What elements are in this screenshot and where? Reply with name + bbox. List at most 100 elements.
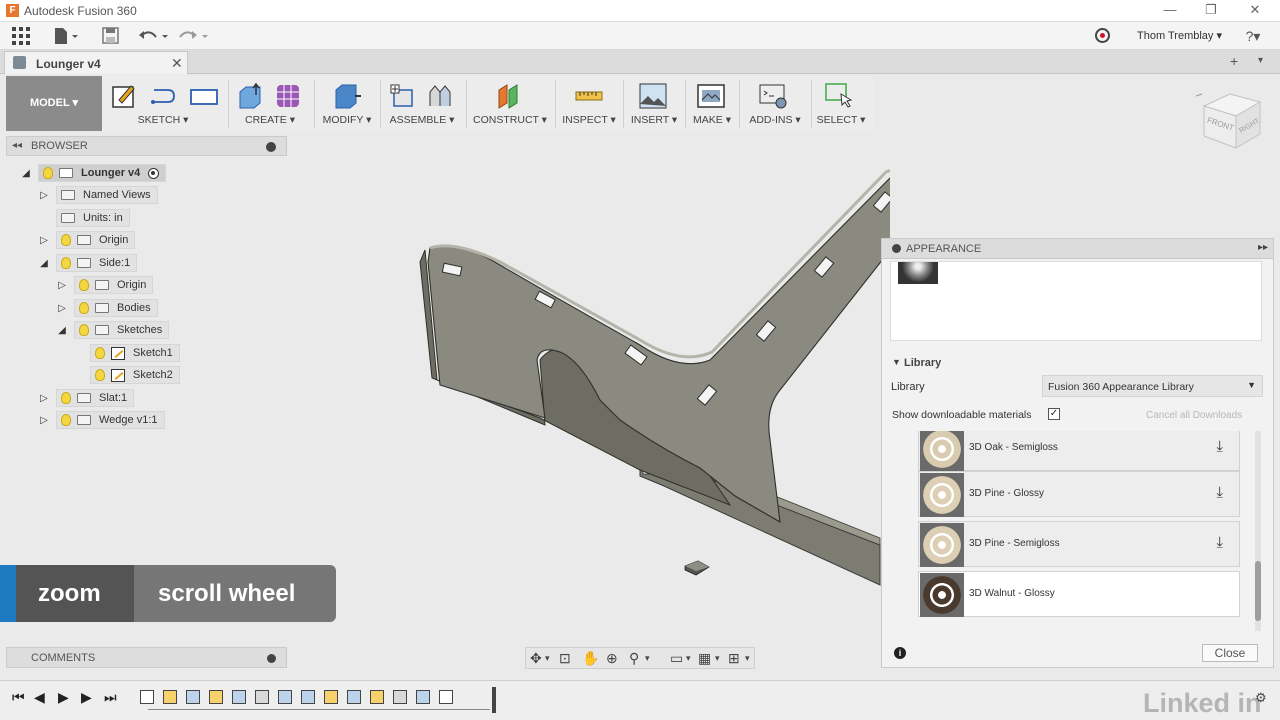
toolbar-group-construct[interactable]: CONSTRUCT ▾: [470, 76, 550, 131]
new-component-icon[interactable]: [388, 82, 416, 110]
minimize-button[interactable]: —: [1160, 2, 1180, 17]
timeline-marker[interactable]: [492, 687, 496, 713]
document-tab[interactable]: Lounger v4 ✕: [4, 51, 188, 74]
timeline-feature-icon[interactable]: [324, 690, 338, 704]
app-grid-icon[interactable]: [12, 27, 30, 45]
browser-node[interactable]: Sketch2: [90, 366, 180, 384]
materials-scrollbar[interactable]: [1255, 431, 1261, 631]
expand-toggle-icon[interactable]: ◢: [38, 258, 50, 269]
browser-node[interactable]: Side:1: [56, 254, 138, 272]
timeline-feature-icon[interactable]: [370, 690, 384, 704]
look-at-icon[interactable]: ⊡: [559, 650, 571, 667]
toolbar-group-select[interactable]: SELECT ▾: [813, 76, 869, 131]
visibility-bulb-icon[interactable]: [95, 347, 105, 359]
arc-icon[interactable]: [148, 82, 176, 110]
step-back-icon[interactable]: ◀: [34, 689, 45, 706]
create-sketch-icon[interactable]: [110, 82, 138, 110]
joint-icon[interactable]: [426, 82, 454, 110]
expand-toggle-icon[interactable]: ▷: [38, 415, 50, 426]
close-tab-icon[interactable]: ✕: [171, 55, 183, 72]
browser-tree-row[interactable]: ▷ Origin: [56, 276, 154, 294]
orbit-dropdown-icon[interactable]: ▾: [545, 653, 550, 664]
download-icon[interactable]: ⤓: [1216, 534, 1223, 551]
expand-toggle-icon[interactable]: ◢: [20, 168, 32, 179]
visibility-bulb-icon[interactable]: [79, 302, 89, 314]
toolbar-group-modify[interactable]: MODIFY ▾: [318, 76, 376, 131]
browser-tree-row[interactable]: Sketch2: [72, 366, 180, 384]
timeline-feature-icon[interactable]: [301, 690, 315, 704]
browser-tree-row[interactable]: ▷ Slat:1: [38, 389, 135, 407]
viewport-3d-model[interactable]: [400, 160, 890, 600]
zoom-icon[interactable]: ⊕: [606, 650, 618, 667]
step-forward-icon[interactable]: ▶: [81, 689, 92, 706]
expand-toggle-icon[interactable]: ▷: [38, 190, 50, 201]
browser-tree-row[interactable]: ◢ Lounger v4: [20, 164, 167, 182]
tab-list-icon[interactable]: ▾: [1258, 55, 1263, 66]
extrude-icon[interactable]: [236, 82, 264, 110]
display-settings-icon[interactable]: ▭: [670, 650, 683, 667]
expand-arrows-icon[interactable]: ▸▸: [1258, 242, 1268, 253]
timeline-feature-icon[interactable]: [439, 690, 453, 704]
browser-tree-row[interactable]: ▷ Bodies: [56, 299, 158, 317]
fit-icon[interactable]: ⚲: [629, 650, 639, 667]
record-icon[interactable]: [1095, 28, 1110, 43]
appearance-pin-icon[interactable]: [892, 244, 901, 253]
browser-node[interactable]: Wedge v1:1: [56, 411, 165, 429]
browser-tree-row[interactable]: ◢ Side:1: [38, 254, 138, 272]
expand-toggle-icon[interactable]: ▷: [38, 393, 50, 404]
timeline-feature-icon[interactable]: [278, 690, 292, 704]
timeline-feature-icon[interactable]: [393, 690, 407, 704]
visibility-bulb-icon[interactable]: [79, 279, 89, 291]
play-icon[interactable]: ▶: [58, 689, 69, 706]
toolbar-group-assemble[interactable]: ASSEMBLE ▾: [384, 76, 460, 131]
pin-icon[interactable]: [266, 142, 276, 152]
browser-tree-row[interactable]: ▷ Named Views: [38, 186, 158, 204]
expand-toggle-icon[interactable]: ▷: [56, 280, 68, 291]
browser-tree-row[interactable]: ▷ Origin: [38, 231, 136, 249]
browser-node[interactable]: Bodies: [74, 299, 158, 317]
material-row[interactable]: 3D Pine - Semigloss ⤓: [918, 521, 1240, 567]
browser-node[interactable]: Origin: [74, 276, 154, 294]
visibility-bulb-icon[interactable]: [43, 167, 53, 179]
info-icon[interactable]: i: [894, 647, 906, 659]
timeline-feature-icon[interactable]: [163, 690, 177, 704]
redo-icon[interactable]: [178, 27, 210, 45]
browser-node[interactable]: Sketches: [74, 321, 170, 339]
form-icon[interactable]: [274, 82, 302, 110]
comments-panel-header[interactable]: COMMENTS: [6, 647, 287, 668]
orbit-icon[interactable]: ✥: [530, 650, 542, 667]
activate-component-icon[interactable]: [148, 167, 160, 179]
help-menu-icon[interactable]: ?▾: [1238, 26, 1268, 46]
cancel-downloads-button[interactable]: Cancel all Downloads: [1146, 410, 1242, 421]
browser-tree-row[interactable]: ◢ Sketches: [56, 321, 170, 339]
appearance-header[interactable]: APPEARANCE ▸▸: [882, 239, 1273, 259]
collapse-arrows-icon[interactable]: ◂◂: [12, 140, 22, 151]
fit-dropdown-icon[interactable]: ▾: [645, 653, 650, 664]
download-icon[interactable]: ⤓: [1216, 484, 1223, 501]
browser-node[interactable]: Origin: [56, 231, 136, 249]
timeline-feature-icon[interactable]: [347, 690, 361, 704]
material-row[interactable]: 3D Oak - Semigloss ⤓: [918, 431, 1240, 471]
toolbar-group-insert[interactable]: INSERT ▾: [627, 76, 681, 131]
expand-toggle-icon[interactable]: ▷: [38, 235, 50, 246]
save-icon[interactable]: [102, 27, 120, 45]
timeline-feature-icon[interactable]: [186, 690, 200, 704]
toolbar-group-create[interactable]: CREATE ▾: [232, 76, 308, 131]
grid-icon[interactable]: ▦: [698, 650, 711, 667]
visibility-bulb-icon[interactable]: [61, 414, 71, 426]
visibility-bulb-icon[interactable]: [95, 369, 105, 381]
timeline-feature-icon[interactable]: [209, 690, 223, 704]
expand-toggle-icon[interactable]: ◢: [56, 325, 68, 336]
material-row[interactable]: 3D Walnut - Glossy: [918, 571, 1240, 617]
visibility-bulb-icon[interactable]: [61, 392, 71, 404]
close-button[interactable]: Close: [1202, 644, 1258, 662]
toolbar-group-make[interactable]: MAKE ▾: [689, 76, 735, 131]
grid-dropdown-icon[interactable]: ▾: [715, 653, 720, 664]
browser-node[interactable]: Named Views: [56, 186, 158, 204]
download-icon[interactable]: ⤓: [1216, 438, 1223, 455]
offset-plane-icon[interactable]: [496, 82, 524, 110]
visibility-bulb-icon[interactable]: [61, 257, 71, 269]
toolbar-group-inspect[interactable]: INSPECT ▾: [559, 76, 619, 131]
browser-tree-row[interactable]: Units: in: [38, 209, 130, 227]
browser-node[interactable]: Sketch1: [90, 344, 180, 362]
